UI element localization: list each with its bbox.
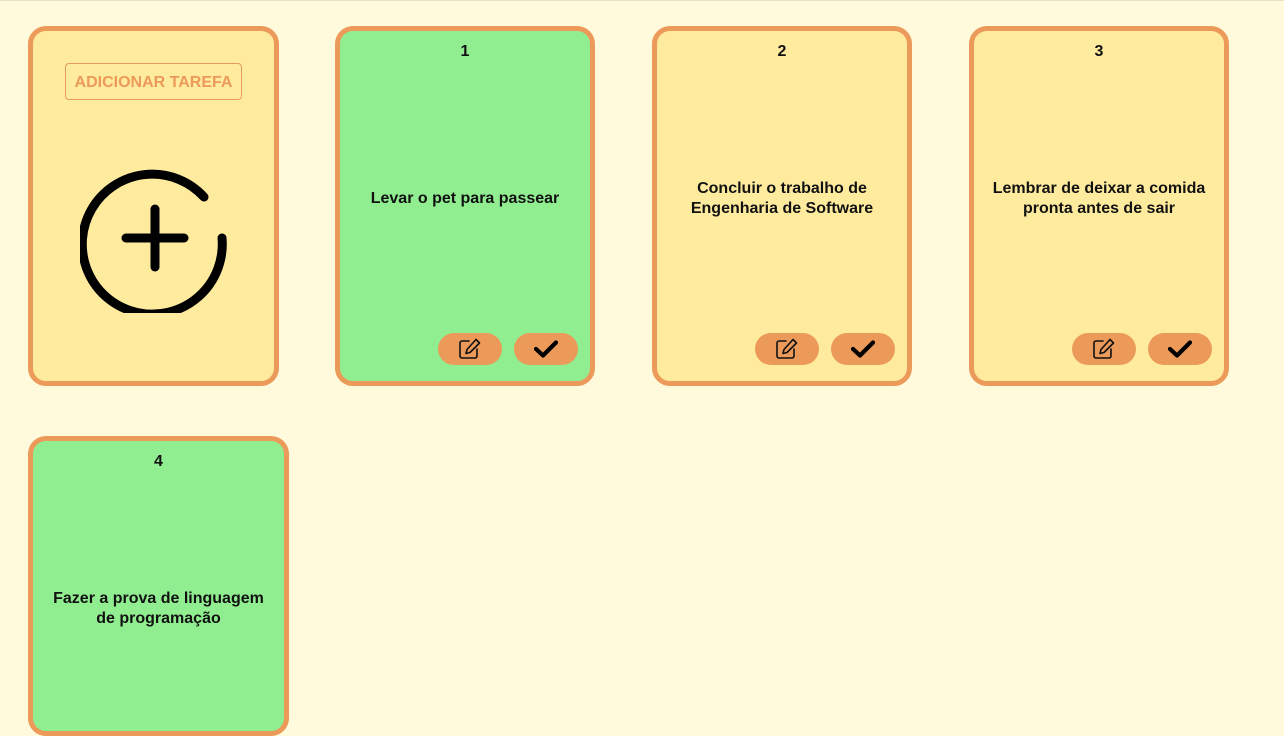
task-text: Levar o pet para passear [370,190,560,207]
edit-task-button[interactable] [1072,333,1136,365]
edit-icon [459,338,481,359]
add-task-button[interactable]: ADICIONAR TAREFA [65,63,242,100]
edit-task-button[interactable] [755,333,819,365]
top-divider [0,0,1284,1]
task-number: 4 [154,453,163,470]
task-number: 2 [777,43,787,60]
plus-circle-icon[interactable] [80,163,230,313]
task-number: 1 [460,43,470,60]
edit-task-button[interactable] [438,333,502,365]
complete-task-button[interactable] [1148,333,1212,365]
task-text: Concluir o trabalho de Engenharia de Sof… [690,180,874,217]
task-card: 4 Fazer a prova de linguagem de programa… [28,436,289,736]
check-icon [851,340,875,358]
complete-task-button[interactable] [831,333,895,365]
add-task-card: ADICIONAR TAREFA [28,26,279,386]
task-card: 1 Levar o pet para passear [335,26,595,386]
task-text: Lembrar de deixar a comida pronta antes … [992,180,1206,217]
task-card: 2 Concluir o trabalho de Engenharia de S… [652,26,912,386]
check-icon [1168,340,1192,358]
complete-task-button[interactable] [514,333,578,365]
edit-icon [776,338,798,359]
task-card: 3 Lembrar de deixar a comida pronta ante… [969,26,1229,386]
task-number: 3 [1094,43,1104,60]
task-text: Fazer a prova de linguagem de programaçã… [53,590,264,627]
edit-icon [1093,338,1115,359]
check-icon [534,340,558,358]
